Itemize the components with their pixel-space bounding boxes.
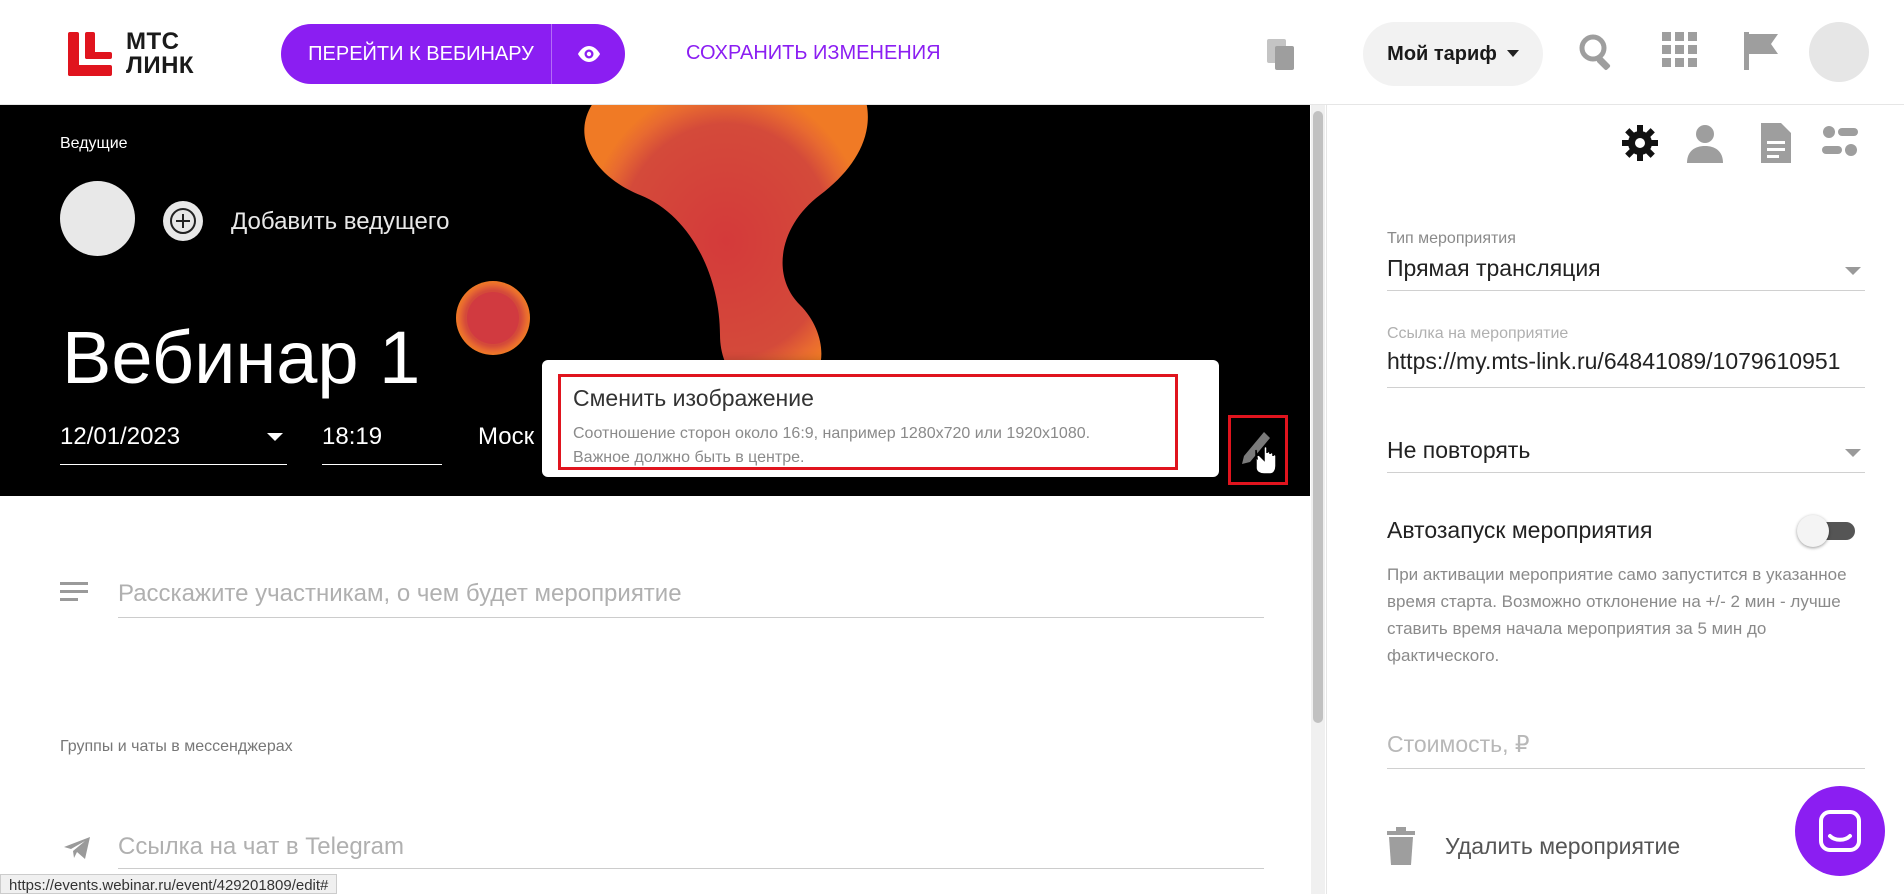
change-image-button[interactable] [1228,415,1288,485]
user-avatar[interactable] [1809,22,1869,82]
flag-icon[interactable] [1744,32,1778,70]
go-to-webinar-button[interactable]: ПЕРЕЙТИ К ВЕБИНАРУ [281,24,625,84]
chevron-down-icon [1845,449,1861,457]
time-input[interactable]: 18:19 [322,423,442,465]
chevron-down-icon [1506,50,1519,57]
delete-event-button[interactable]: Удалить мероприятие [1387,827,1680,865]
chat-icon [1819,810,1861,852]
search-icon[interactable] [1577,32,1617,72]
host-avatar[interactable] [60,181,135,256]
add-host-button[interactable] [163,201,203,241]
event-title[interactable]: Вебинар 1 [62,315,420,400]
options-icon[interactable] [1822,123,1858,159]
tooltip-title: Сменить изображение [573,385,814,411]
telegram-icon [64,837,90,859]
cost-input[interactable]: Стоимость, ₽ [1387,723,1865,769]
telegram-link-input[interactable]: Ссылка на чат в Telegram [118,825,1264,869]
telegram-row: Ссылка на чат в Telegram [60,825,1264,873]
text-lines-icon [60,582,88,601]
apps-grid-icon[interactable] [1662,32,1698,68]
tariff-label: Мой тариф [1387,42,1497,65]
event-type-value: Прямая трансляция [1387,255,1601,281]
delete-event-label: Удалить мероприятие [1445,832,1681,859]
person-icon[interactable] [1687,123,1723,163]
tooltip-line1: Соотношение сторон около 16:9, например … [573,425,1091,442]
pencil-cursor-icon [1242,432,1277,475]
event-type-label: Тип мероприятия [1387,230,1516,247]
logo-line2: ЛИНК [126,52,195,79]
my-tariff-dropdown[interactable]: Мой тариф [1363,22,1543,86]
trash-icon [1387,827,1415,865]
timezone-select[interactable]: Моск [478,423,548,465]
event-type-select[interactable]: Прямая трансляция [1387,255,1865,291]
main-scrollbar[interactable] [1311,105,1325,894]
timezone-value: Моск [478,423,535,450]
chevron-down-icon [1845,267,1861,275]
tooltip-highlight: Сменить изображение Соотношение сторон о… [558,374,1178,470]
event-link-label: Ссылка на мероприятие [1387,325,1569,342]
document-icon[interactable] [1761,123,1791,163]
chevron-down-icon [267,433,283,441]
repeat-value: Не повторять [1387,437,1531,463]
autostart-label: Автозапуск мероприятия [1387,517,1653,543]
copy-icon[interactable] [1266,38,1296,72]
settings-panel: Тип мероприятия Прямая трансляция Ссылка… [1326,105,1904,894]
gear-icon[interactable] [1620,123,1660,163]
logo-line1: МТС [126,28,180,55]
scrollbar-thumb[interactable] [1313,111,1323,723]
event-link-field[interactable]: https://my.mts-link.ru/64841089/10796109… [1387,348,1865,388]
eye-icon [577,46,600,62]
change-image-tooltip: Сменить изображение Соотношение сторон о… [542,360,1219,477]
description-input[interactable]: Расскажите участникам, о чем будет мероп… [118,570,1264,618]
add-host-label[interactable]: Добавить ведущего [231,208,449,236]
logo-mark-icon [68,32,112,76]
browser-status-url: https://events.webinar.ru/event/42920180… [0,874,338,894]
preview-eye-button[interactable] [551,24,625,84]
repeat-select[interactable]: Не повторять [1387,437,1865,473]
date-picker[interactable]: 12/01/2023 [60,423,287,465]
description-row: Расскажите участникам, о чем будет мероп… [60,570,1264,618]
autostart-toggle[interactable] [1797,515,1859,547]
tooltip-line2: Важное должно быть в центре. [573,449,805,466]
go-to-webinar-label: ПЕРЕЙТИ К ВЕБИНАРУ [308,42,534,65]
mts-link-logo[interactable]: МТС ЛИНК [68,30,194,78]
event-link-value: https://my.mts-link.ru/64841089/10796109… [1387,348,1841,374]
plus-icon [170,208,196,234]
hosts-label: Ведущие [60,135,128,152]
top-bar: МТС ЛИНК ПЕРЕЙТИ К ВЕБИНАРУ СОХРАНИТЬ ИЗ… [0,0,1904,105]
time-value: 18:19 [322,423,383,450]
messenger-groups-label: Группы и чаты в мессенджерах [60,738,293,755]
support-chat-button[interactable] [1795,786,1885,876]
autostart-description: При активации мероприятие само запуститс… [1387,565,1847,665]
date-value: 12/01/2023 [60,423,181,450]
save-changes-link[interactable]: СОХРАНИТЬ ИЗМЕНЕНИЯ [686,42,941,65]
